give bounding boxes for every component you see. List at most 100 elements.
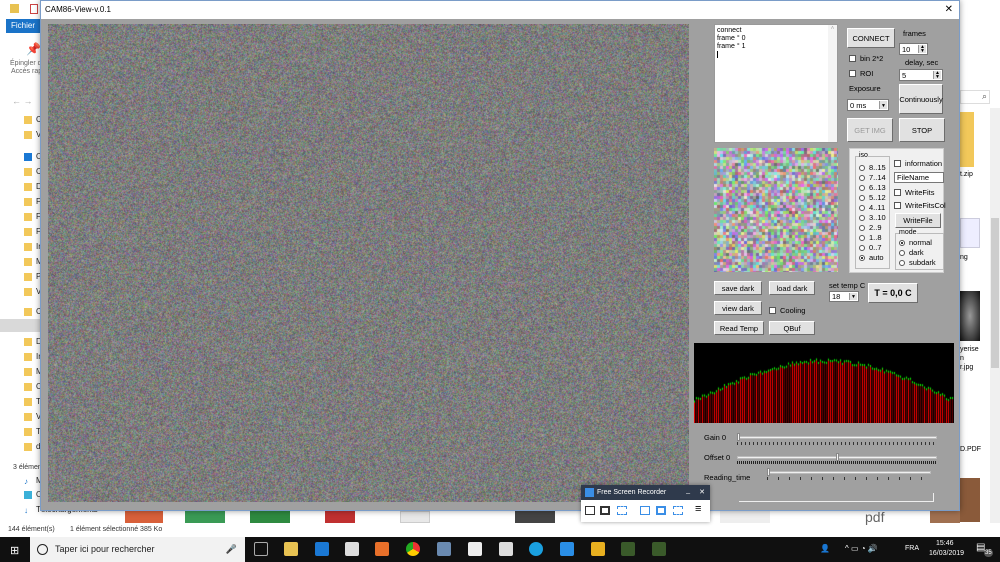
scrollbar[interactable]	[990, 108, 1000, 523]
7zip-icon[interactable]	[621, 542, 635, 556]
pin-icon[interactable]: 📌	[26, 42, 41, 56]
mode-radio[interactable]: dark	[899, 248, 924, 257]
roi-checkbox[interactable]: ROI	[849, 69, 873, 78]
record-fullscreen-icon[interactable]	[585, 506, 595, 515]
cooling-checkbox[interactable]: Cooling	[769, 306, 805, 315]
recorder-close-button[interactable]: ✕	[699, 485, 705, 500]
clock-date[interactable]: 16/03/2019	[929, 550, 964, 557]
edge-icon[interactable]	[315, 542, 329, 556]
log-line: frame ° 0	[717, 35, 835, 43]
file-label[interactable]: ng	[960, 254, 968, 261]
search-bar[interactable]: Taper ici pour rechercher 🎤	[30, 537, 245, 562]
language-indicator[interactable]: FRA	[905, 545, 919, 552]
7zip-icon-active[interactable]	[652, 542, 666, 556]
folder-icon	[24, 443, 32, 451]
people-icon[interactable]: 👤	[820, 544, 830, 553]
bin-checkbox[interactable]: bin 2*2	[849, 54, 883, 63]
information-checkbox[interactable]: information	[894, 159, 942, 168]
tree-item[interactable]: T	[24, 397, 41, 406]
stop-button[interactable]: STOP	[899, 118, 945, 142]
exposure-select[interactable]: 0 ms ▼	[847, 99, 889, 111]
back-arrow-icon[interactable]: ← →	[12, 96, 33, 106]
save-dark-button[interactable]: save dark	[714, 281, 762, 295]
mode-radio[interactable]: normal	[899, 238, 932, 247]
screen-recorder-taskbar-icon[interactable]	[560, 542, 574, 556]
menu-icon[interactable]: ≡	[695, 503, 701, 515]
skype-icon[interactable]	[529, 542, 543, 556]
tree-item[interactable]: T	[24, 427, 41, 436]
record-window-icon[interactable]	[600, 506, 610, 515]
connect-button[interactable]: CONNECT	[847, 28, 895, 48]
iso-radio[interactable]: 8..15	[859, 163, 886, 172]
tree-item[interactable]: P	[24, 272, 41, 281]
task-view-icon[interactable]	[254, 542, 268, 556]
search-box[interactable]: ⌕	[960, 90, 990, 104]
writefitscol-checkbox[interactable]: WriteFitsCol	[894, 201, 946, 210]
network-app-icon[interactable]	[437, 542, 451, 556]
close-button[interactable]: ✕	[945, 1, 953, 19]
file-label[interactable]: n	[960, 355, 964, 362]
folder-icon	[24, 273, 32, 281]
tree-item[interactable]: F	[24, 212, 41, 221]
set-temp-select[interactable]: 18 ▼	[829, 291, 859, 302]
clock-time[interactable]: 15:46	[936, 540, 954, 547]
qbuf-button[interactable]: QBuf	[769, 321, 815, 335]
recorder-title: Free Screen Recorder	[597, 489, 666, 496]
delay-label: delay, sec	[905, 58, 938, 67]
tree-item[interactable]: F	[24, 197, 41, 206]
iso-radio[interactable]: 0..7	[859, 243, 882, 252]
file-explorer-taskbar-icon[interactable]	[284, 542, 298, 556]
view-dark-button[interactable]: view dark	[714, 301, 762, 315]
tree-item[interactable]: V	[24, 287, 41, 296]
writefits-checkbox[interactable]: WriteFits	[894, 188, 934, 197]
calculator-icon[interactable]	[468, 542, 482, 556]
screenshot-region-icon[interactable]	[673, 506, 683, 515]
folder-icon	[24, 413, 32, 421]
tree-item[interactable]: V	[24, 130, 41, 139]
status-selected: 1 élément sélectionné 385 Ko	[70, 526, 162, 533]
file-label[interactable]: t.zip	[960, 171, 973, 178]
file-label[interactable]: r.jpg	[960, 364, 973, 371]
windows-start-icon[interactable]: ⊞	[10, 544, 19, 557]
chrome-icon[interactable]	[406, 542, 420, 556]
tree-item[interactable]: V	[24, 412, 41, 421]
log-scrollbar[interactable]: ˄	[828, 25, 837, 142]
iso-radio[interactable]: 2..9	[859, 223, 882, 232]
microphone-icon[interactable]: 🎤	[226, 537, 237, 562]
spinner-arrows-icon: ▲ ▼	[918, 45, 926, 53]
load-dark-button[interactable]: load dark	[769, 281, 815, 295]
folder-icon	[24, 288, 32, 296]
store-icon[interactable]	[345, 542, 359, 556]
iso-radio[interactable]: 1..8	[859, 233, 882, 242]
file-label[interactable]: yerise	[960, 346, 979, 353]
iso-radio[interactable]: 5..12	[859, 193, 886, 202]
log-textbox[interactable]: connect frame ° 0 frame ° 1 ˄	[714, 24, 838, 143]
screenshot-window-icon[interactable]	[656, 506, 666, 515]
filename-input[interactable]: FileName	[894, 172, 944, 183]
app-icon[interactable]	[591, 542, 605, 556]
iso-radio[interactable]: 7..14	[859, 173, 886, 182]
file-label[interactable]: D.PDF	[960, 446, 981, 453]
tree-item[interactable]: d	[24, 442, 40, 451]
media-player-icon[interactable]	[375, 542, 389, 556]
iso-radio[interactable]: 4..11	[859, 203, 885, 212]
continuously-button[interactable]: Continuously	[899, 84, 943, 114]
screenshot-fullscreen-icon[interactable]	[640, 506, 650, 515]
file-thumb	[960, 218, 980, 248]
mode-label: mode	[899, 229, 917, 236]
frames-spinner[interactable]: 10 ▲ ▼	[899, 43, 928, 55]
tree-item[interactable]: F	[24, 227, 41, 236]
iso-radio[interactable]: 3..10	[859, 213, 886, 222]
writefile-button[interactable]: WriteFile	[895, 213, 941, 228]
tray-icons[interactable]: ^ ▭ ◔ 🔊	[845, 544, 878, 553]
get-img-button[interactable]: GET IMG	[847, 118, 893, 142]
iso-radio[interactable]: auto	[859, 253, 884, 262]
minimize-button[interactable]: _	[686, 483, 690, 498]
iso-radio[interactable]: 6..13	[859, 183, 886, 192]
mode-radio[interactable]: subdark	[899, 258, 936, 267]
ribbon-tab-fichier[interactable]: Fichier	[6, 19, 40, 33]
read-temp-button[interactable]: Read Temp	[714, 321, 764, 335]
mail-icon[interactable]	[499, 542, 513, 556]
record-region-icon[interactable]	[617, 506, 627, 515]
delay-spinner[interactable]: 5 ▲ ▼	[899, 69, 943, 81]
